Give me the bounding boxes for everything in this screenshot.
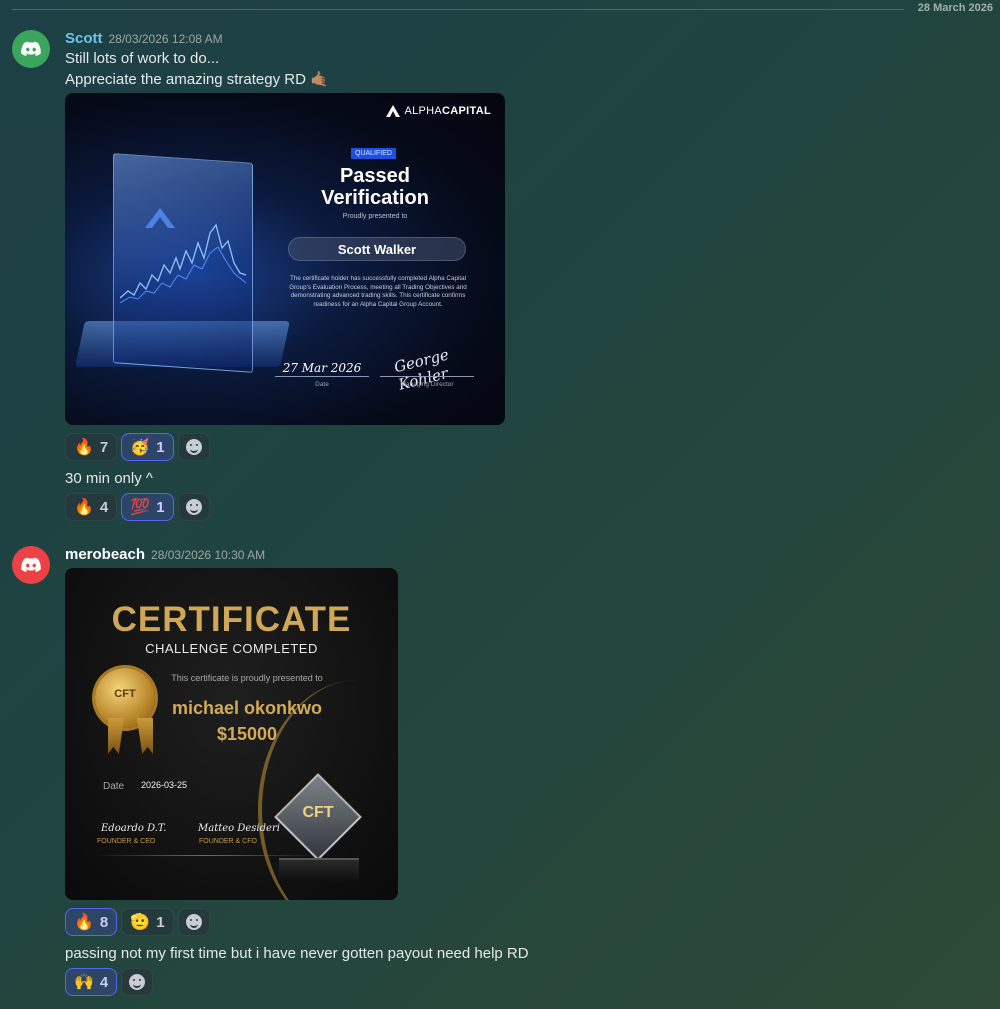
reaction-count: 7: [99, 438, 109, 456]
date-rule: [275, 376, 369, 377]
smiley-icon: [185, 914, 202, 930]
reaction-party[interactable]: 🥳 1: [121, 433, 174, 461]
presented-to-label: Proudly presented to: [342, 213, 408, 220]
signature-rule: [380, 376, 474, 377]
timestamp: 28/03/2026 10:30 AM: [151, 548, 266, 562]
role-cfo: FOUNDER & CFO: [199, 838, 257, 845]
reaction-bar: 🙌 4: [65, 968, 154, 996]
trophy-stand: [279, 858, 359, 882]
smiley-icon: [129, 974, 146, 990]
recipient-name: michael okonkwo: [171, 698, 323, 718]
brand-word-capital: CAPITAL: [442, 105, 491, 117]
reaction-count: 4: [99, 973, 109, 991]
trophy-logo-text: CFT: [302, 804, 334, 821]
salute-emoji-icon: 🫡: [130, 914, 151, 931]
avatar[interactable]: [12, 546, 50, 584]
certificate-date: 27 Mar 2026: [282, 361, 362, 375]
reaction-bar: 🔥 7 🥳 1: [65, 433, 210, 461]
account-amount: $15000: [216, 724, 278, 744]
certificate-image-alpha-capital[interactable]: CAPITAL ALPHACAPITAL QUALIFIED Passed Ve…: [65, 93, 505, 425]
hundred-emoji-icon: 💯: [130, 499, 151, 516]
message-text: Still lots of work to do... Appreciate t…: [65, 48, 329, 90]
message-text: passing not my first time but i have nev…: [65, 943, 529, 964]
message-line: 30 min only ^: [65, 470, 153, 487]
username[interactable]: Scott 28/03/2026 12:08 AM: [65, 30, 223, 47]
date-label: Date: [315, 381, 329, 388]
alpha-capital-logo: CAPITAL ALPHACAPITAL: [386, 105, 491, 117]
reaction-count: 4: [99, 498, 109, 516]
role-ceo: FOUNDER & CEO: [97, 838, 156, 845]
smiley-icon: [185, 439, 202, 455]
certificate-title: CERTIFICATE: [111, 600, 352, 639]
gold-divider: [95, 855, 315, 856]
title-line: Verification: [321, 187, 429, 209]
add-reaction-button[interactable]: [177, 433, 210, 461]
date-divider: 28 March 2026: [12, 0, 1000, 18]
smiley-icon: [185, 499, 202, 515]
certificate-subtitle: CHALLENGE COMPLETED: [145, 641, 318, 656]
reaction-hundred[interactable]: 💯 1: [121, 493, 174, 521]
reaction-count: 8: [99, 913, 109, 931]
party-emoji-icon: 🥳: [130, 439, 151, 456]
signature-cfo: Matteo Desideri: [198, 823, 280, 834]
reaction-salute[interactable]: 🫡 1: [121, 908, 174, 936]
username-text[interactable]: Scott: [65, 30, 103, 47]
divider-line: [12, 9, 904, 10]
recipient-name: Scott Walker: [288, 237, 466, 261]
fire-emoji-icon: 🔥: [74, 439, 94, 456]
add-reaction-button[interactable]: [177, 493, 210, 521]
message-text: 30 min only ^: [65, 468, 153, 489]
discord-logo-icon: [21, 557, 41, 572]
certificate-title: Passed Verification: [290, 165, 460, 209]
discord-logo-icon: [21, 41, 41, 56]
signature-ceo: Edoardo D.T.: [101, 823, 167, 834]
username[interactable]: merobeach 28/03/2026 10:30 AM: [65, 546, 265, 563]
reaction-fire[interactable]: 🔥 8: [65, 908, 118, 936]
reaction-count: 1: [156, 498, 165, 516]
qualified-badge: QUALIFIED: [351, 148, 396, 159]
reaction-bar: 🔥 8 🫡 1: [65, 908, 210, 936]
presented-to-label: This certificate is proudly presented to: [171, 673, 323, 683]
reaction-count: 1: [156, 913, 165, 931]
divider-date: 28 March 2026: [917, 2, 993, 14]
message-line: Still lots of work to do...: [65, 50, 220, 67]
fire-emoji-icon: 🔥: [74, 914, 94, 931]
reaction-raised-hands[interactable]: 🙌 4: [65, 968, 118, 996]
reaction-fire[interactable]: 🔥 4: [65, 493, 118, 521]
certificate-date: 2026-03-25: [141, 780, 188, 790]
trading-chart-graphic: [120, 208, 247, 304]
date-label: Date: [103, 781, 125, 792]
certificate-image-cft[interactable]: CERTIFICATE CHALLENGE COMPLETED CFT This…: [65, 568, 398, 900]
alpha-logo-icon: [386, 105, 401, 117]
username-text[interactable]: merobeach: [65, 546, 145, 563]
brand-word-alpha: ALPHA: [404, 105, 443, 117]
reaction-fire[interactable]: 🔥 7: [65, 433, 118, 461]
medal-seal-text: CFT: [114, 688, 136, 700]
reaction-bar: 🔥 4 💯 1: [65, 493, 210, 521]
message-line: Appreciate the amazing strategy RD 🤙🏽: [65, 71, 329, 88]
timestamp: 28/03/2026 12:08 AM: [108, 32, 223, 46]
message-line: passing not my first time but i have nev…: [65, 945, 529, 962]
title-line: Passed: [339, 165, 411, 187]
add-reaction-button[interactable]: [177, 908, 210, 936]
certificate-body: The certificate holder has successfully …: [289, 275, 467, 308]
fire-emoji-icon: 🔥: [74, 499, 94, 516]
reaction-count: 1: [156, 438, 165, 456]
signature-label: Managing Director: [400, 381, 454, 388]
add-reaction-button[interactable]: [121, 968, 154, 996]
brand-alpha-text: ALPHACAPITAL: [404, 105, 491, 117]
avatar[interactable]: [12, 30, 50, 68]
raised-hands-emoji-icon: 🙌: [74, 974, 94, 991]
